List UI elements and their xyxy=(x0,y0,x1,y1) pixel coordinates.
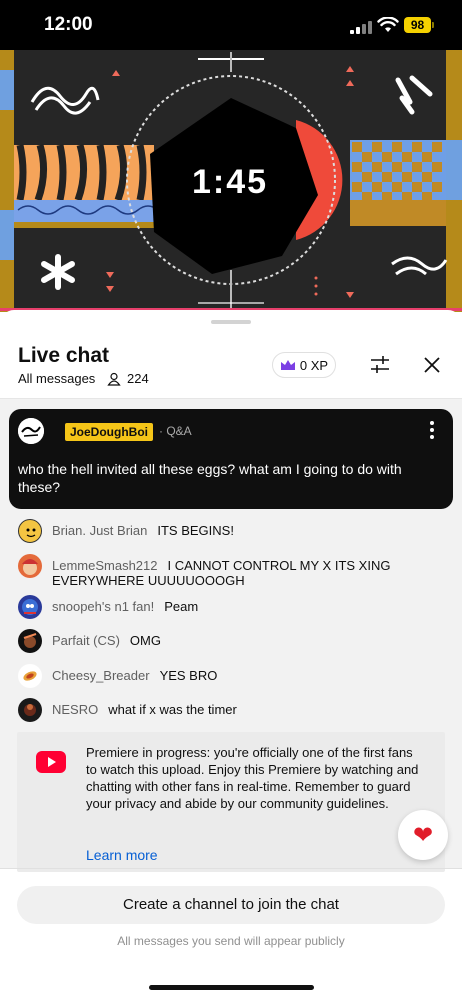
message-text: what if x was the timer xyxy=(108,702,237,717)
countdown-timer: 1:45 xyxy=(191,163,269,201)
pinned-author-badge[interactable]: JoeDoughBoi xyxy=(65,423,153,441)
premiere-notice: Premiere in progress: you're officially … xyxy=(17,732,445,872)
close-icon[interactable] xyxy=(419,352,445,378)
wifi-icon xyxy=(377,17,399,32)
chat-message[interactable]: snoopeh's n1 fan! Peam xyxy=(18,595,448,619)
viewer-count: 224 xyxy=(107,371,149,386)
chat-message[interactable]: LemmeSmash212 I CANNOT CONTROL MY X ITS X… xyxy=(18,554,448,588)
message-text: YES BRO xyxy=(159,668,218,683)
chat-title: Live chat xyxy=(18,344,110,367)
learn-more-link[interactable]: Learn more xyxy=(86,847,158,863)
avatar xyxy=(18,519,42,543)
youtube-icon xyxy=(36,751,66,773)
avatar xyxy=(18,698,42,722)
chat-message[interactable]: NESRO what if x was the timer xyxy=(18,698,448,722)
more-vert-icon[interactable] xyxy=(428,421,436,441)
message-author[interactable]: Brian. Just Brian xyxy=(52,523,147,538)
message-author[interactable]: LemmeSmash212 xyxy=(52,558,158,573)
status-time: 12:00 xyxy=(44,14,93,35)
pinned-message-text: who the hell invited all these eggs? wha… xyxy=(18,461,402,495)
avatar xyxy=(18,629,42,653)
avatar xyxy=(18,664,42,688)
xp-value: 0 XP xyxy=(299,357,329,373)
premiere-notice-text: Premiere in progress: you're officially … xyxy=(86,745,419,811)
status-bar: 12:00 98 xyxy=(0,0,462,50)
battery-icon: 98 xyxy=(404,17,431,33)
heart-icon[interactable]: ❤ xyxy=(398,810,448,860)
public-note: All messages you send will appear public… xyxy=(117,934,345,948)
message-text: Peam xyxy=(164,599,199,614)
avatar xyxy=(18,595,42,619)
footer-divider xyxy=(0,868,462,869)
chat-message[interactable]: Cheesy_Breader YES BRO xyxy=(18,664,448,688)
battery-tip xyxy=(432,22,434,28)
viewer-count-value: 224 xyxy=(127,371,149,386)
chat-message[interactable]: Parfait (CS) OMG xyxy=(18,629,448,653)
live-chat-panel: Live chat All messages 224 0 XP JoeDough… xyxy=(0,310,462,1000)
chat-filter-dropdown[interactable]: All messages xyxy=(18,371,95,386)
avatar xyxy=(18,418,44,444)
video-player[interactable]: 1:45 xyxy=(0,50,462,312)
screen: 12:00 98 1:45 Live chat All messages 224… xyxy=(0,0,462,1000)
message-author[interactable]: Parfait (CS) xyxy=(52,633,120,648)
message-author[interactable]: NESRO xyxy=(52,702,98,717)
drag-handle[interactable] xyxy=(211,320,251,324)
pinned-message[interactable]: JoeDoughBoi · Q&A who the hell invited a… xyxy=(9,409,453,509)
avatar xyxy=(18,554,42,578)
message-text: OMG xyxy=(129,633,161,648)
viewers-icon xyxy=(107,372,121,386)
message-author[interactable]: Cheesy_Breader xyxy=(52,668,150,683)
pinned-tag: · Q&A xyxy=(159,424,192,438)
xp-button[interactable]: 0 XP xyxy=(272,352,336,378)
signal-icon xyxy=(350,20,372,34)
tune-icon[interactable] xyxy=(367,352,393,378)
message-author[interactable]: snoopeh's n1 fan! xyxy=(52,599,154,614)
crown-icon xyxy=(280,360,295,370)
create-channel-button[interactable]: Create a channel to join the chat xyxy=(17,886,445,924)
home-indicator xyxy=(149,985,314,990)
chat-message[interactable]: Brian. Just Brian ITS BEGINS! xyxy=(18,519,448,543)
message-text: ITS BEGINS! xyxy=(157,523,234,538)
